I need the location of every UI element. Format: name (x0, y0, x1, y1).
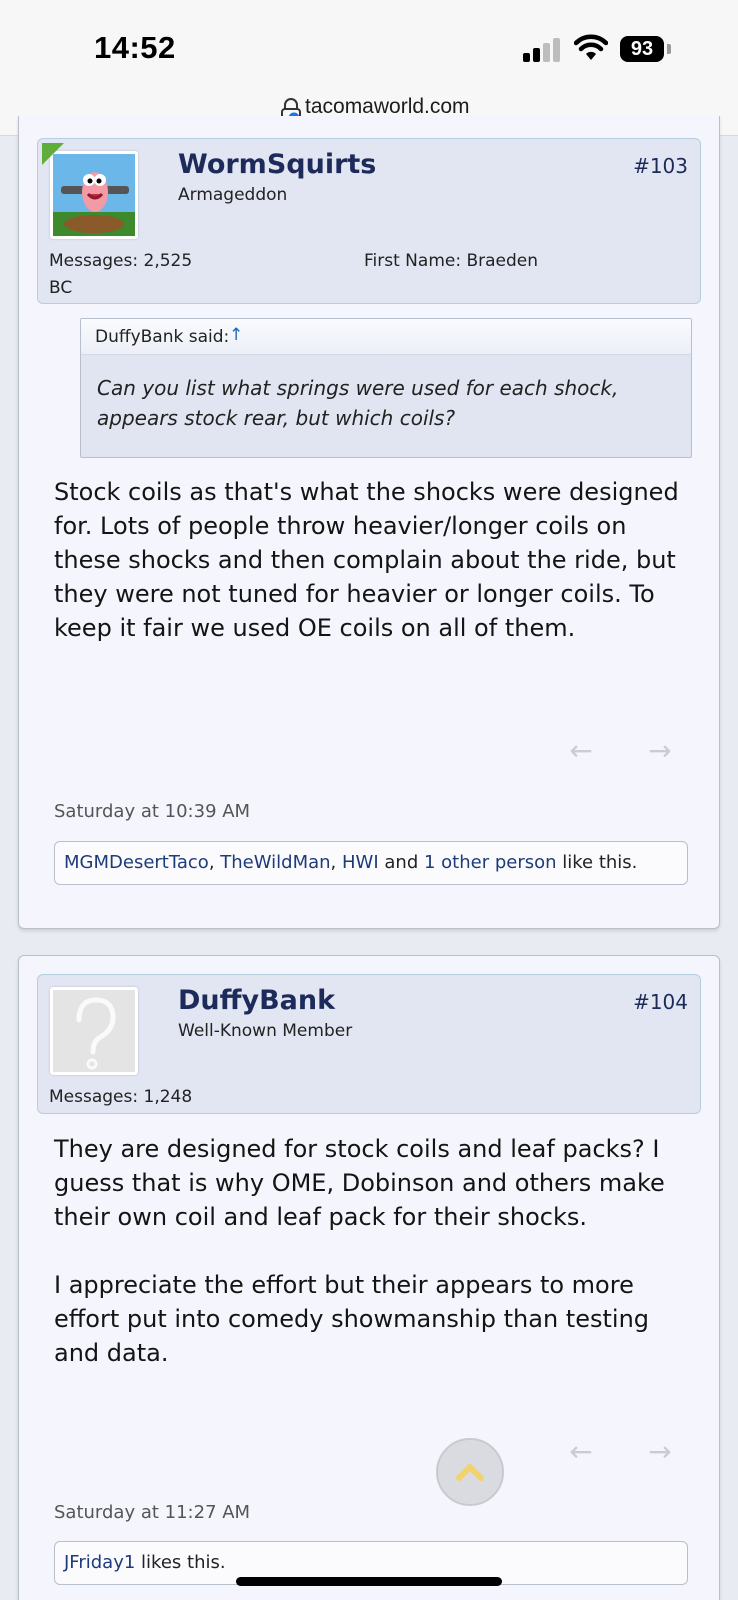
messages-stat: Messages: 1,248 (49, 1087, 192, 1107)
likes-separator: , (208, 852, 221, 873)
messages-count: 2,525 (143, 251, 193, 271)
battery-icon: 93 (620, 36, 664, 62)
liker-link[interactable]: MGMDesertTaco (64, 852, 209, 873)
next-arrow-icon[interactable]: → (645, 1437, 675, 1467)
wifi-icon (574, 34, 608, 60)
quote-block: DuffyBank said: ↑ Can you list what spri… (80, 318, 692, 458)
messages-stat: Messages: 2,525 (49, 251, 192, 271)
quote-text: Can you list what springs were used for … (97, 376, 619, 430)
likes-summary: MGMDesertTaco, TheWildMan, HWI and 1 oth… (54, 841, 688, 885)
messages-label: Messages: (49, 1087, 139, 1107)
post-number-link[interactable]: #104 (633, 990, 688, 1014)
previous-arrow-icon[interactable]: ← (566, 736, 596, 766)
first-name-value: Braeden (466, 251, 539, 271)
scroll-to-top-button[interactable] (436, 1438, 504, 1506)
liker-link[interactable]: HWI (342, 852, 379, 873)
likes-suffix: like this. (556, 852, 638, 873)
liker-link[interactable]: TheWildMan (220, 852, 330, 873)
liker-link[interactable]: JFriday1 (64, 1552, 135, 1573)
username-link[interactable]: DuffyBank (178, 985, 335, 1016)
post-103: WormSquirts Armageddon #103 Messages: 2,… (18, 116, 720, 929)
chevron-up-icon (456, 1464, 484, 1481)
message-body: Stock coils as that's what the shocks we… (54, 478, 679, 642)
quote-header: DuffyBank said: ↑ (81, 319, 691, 355)
post-104: DuffyBank Well-Known Member #104 Message… (18, 955, 720, 1600)
likes-separator: , (330, 852, 342, 873)
post-number-link[interactable]: #103 (633, 154, 688, 178)
default-avatar-icon (53, 990, 135, 1072)
worm-avatar-image (53, 154, 135, 236)
user-title: Armageddon (178, 185, 288, 205)
username-link[interactable]: WormSquirts (178, 149, 376, 180)
jump-to-quote-arrow-icon[interactable]: ↑ (229, 325, 243, 345)
messages-count: 1,248 (143, 1087, 193, 1107)
previous-arrow-icon[interactable]: ← (566, 1437, 596, 1467)
home-indicator[interactable] (236, 1577, 502, 1586)
quote-author: DuffyBank said: (95, 327, 230, 347)
messages-label: Messages: (49, 251, 139, 271)
user-info-box: WormSquirts Armageddon #103 Messages: 2,… (37, 138, 701, 304)
battery-nub (667, 44, 671, 54)
clock: 14:52 (94, 30, 176, 65)
cellular-signal-icon (523, 36, 561, 62)
avatar-corner-badge (42, 143, 64, 165)
message-body: They are designed for stock coils and le… (54, 1135, 665, 1367)
post-timestamp[interactable]: Saturday at 11:27 AM (54, 1502, 250, 1523)
likes-suffix: likes this. (135, 1552, 226, 1573)
status-bar: 14:52 93 (0, 0, 738, 90)
user-title: Well-Known Member (178, 1021, 353, 1041)
user-info-box: DuffyBank Well-Known Member #104 Message… (37, 974, 701, 1114)
first-name-stat: First Name: Braeden (364, 251, 538, 271)
location-value: BC (49, 278, 73, 298)
first-name-label: First Name: (364, 251, 462, 271)
avatar[interactable] (50, 987, 138, 1075)
likes-and: and (378, 852, 424, 873)
other-likers-link[interactable]: 1 other person (424, 852, 557, 873)
post-timestamp[interactable]: Saturday at 10:39 AM (54, 801, 250, 822)
next-arrow-icon[interactable]: → (645, 736, 675, 766)
